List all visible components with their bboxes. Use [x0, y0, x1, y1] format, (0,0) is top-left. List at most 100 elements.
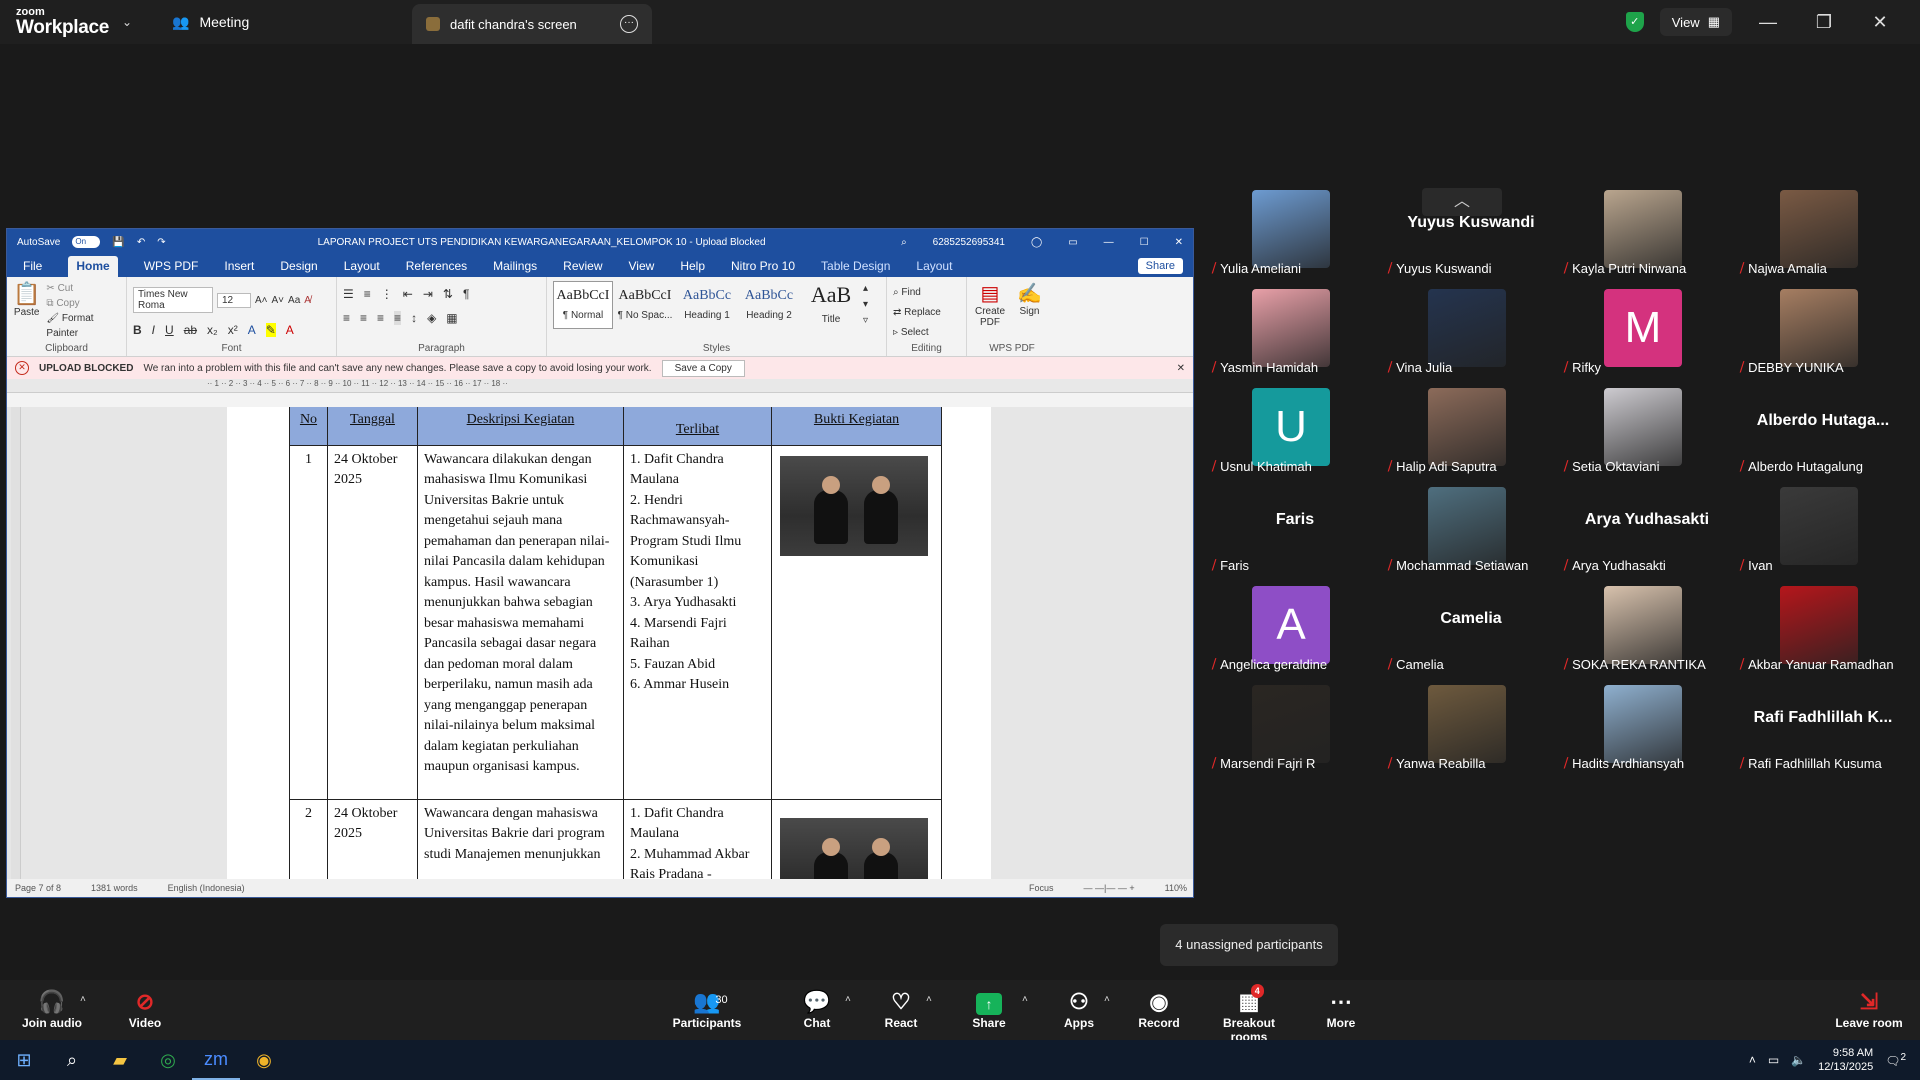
borders-icon[interactable]: ▦ — [446, 311, 457, 325]
text-effects-icon[interactable]: A — [248, 323, 256, 337]
chrome-profile-icon[interactable]: ◉ — [240, 1050, 288, 1071]
word-minimize-icon[interactable]: — — [1104, 237, 1114, 248]
shading-icon[interactable]: ◈ — [427, 311, 436, 325]
line-spacing-icon[interactable]: ↕ — [411, 311, 417, 325]
menu-home[interactable]: Home — [68, 256, 118, 277]
menu-mailings[interactable]: Mailings — [493, 259, 537, 277]
leave-room-button[interactable]: ⇲ Leave room — [1834, 988, 1904, 1030]
restore-icon[interactable]: ❐ — [1804, 12, 1844, 33]
style-heading-1[interactable]: AaBbCc Heading 1 — [677, 281, 737, 329]
align-right-icon[interactable]: ≡ — [377, 311, 384, 325]
style-normal[interactable]: AaBbCcI ¶ Normal — [553, 281, 613, 329]
evidence-photo[interactable] — [780, 817, 928, 881]
highlight-icon[interactable]: ✎ — [265, 323, 276, 337]
sort-icon[interactable]: ⇅ — [443, 287, 453, 301]
menu-help[interactable]: Help — [680, 259, 705, 277]
menu-view[interactable]: View — [629, 259, 655, 277]
sign-button[interactable]: ✍ Sign — [1017, 281, 1042, 328]
select-button[interactable]: ▹ Select — [893, 323, 960, 343]
close-icon[interactable]: ✕ — [1860, 12, 1900, 33]
copy-button[interactable]: ⧉ Copy — [46, 296, 120, 311]
document-page[interactable]: No Tanggal Deskripsi Kegiatan Terlibat B… — [227, 407, 991, 881]
document-title[interactable]: LAPORAN PROJECT UTS PENDIDIKAN KEWARGANE… — [318, 237, 766, 248]
participant-tile[interactable]: ⧸ Najwa Amalia — [1738, 186, 1908, 282]
clear-format-icon[interactable]: A̸ — [304, 295, 311, 306]
dismiss-icon[interactable]: ✕ — [1177, 363, 1185, 374]
share-caret-icon[interactable]: ˄ — [1022, 994, 1028, 1005]
chrome-icon[interactable]: ◎ — [144, 1050, 192, 1071]
clock[interactable]: 9:58 AM 12/13/2025 — [1818, 1046, 1873, 1074]
more-options-icon[interactable]: ··· — [620, 15, 638, 33]
participant-tile[interactable]: Alberdo Hutaga... ⧸ Alberdo Hutagalung — [1738, 384, 1908, 480]
chevron-down-icon[interactable]: ⌄ — [122, 15, 162, 29]
focus-button[interactable]: Focus — [1029, 883, 1054, 893]
participant-tile[interactable]: ⧸ Kayla Putri Nirwana — [1562, 186, 1732, 282]
video-button[interactable]: ⊘ Video — [120, 988, 170, 1030]
participant-tile[interactable]: ⧸ Yanwa Reabilla — [1386, 681, 1556, 777]
chat-caret-icon[interactable]: ˄ — [845, 994, 851, 1005]
create-pdf-button[interactable]: ▤ Create PDF — [973, 281, 1007, 328]
user-avatar-icon[interactable]: ◯ — [1031, 237, 1042, 248]
participant-tile[interactable]: ⧸ Ivan — [1738, 483, 1908, 579]
cut-button[interactable]: ✂ Cut — [46, 281, 120, 296]
menu-table-layout[interactable]: Layout — [916, 259, 952, 277]
participant-tile[interactable]: ⧸ Yulia Ameliani — [1210, 186, 1380, 282]
undo-icon[interactable]: ↶ — [137, 237, 145, 248]
menu-design[interactable]: Design — [280, 259, 317, 277]
participant-tile[interactable]: ⧸ Yasmin Hamidah — [1210, 285, 1380, 381]
ribbon-display-icon[interactable]: ▭ — [1068, 237, 1077, 248]
account-name[interactable]: 6285252695341 — [933, 237, 1005, 248]
menu-review[interactable]: Review — [563, 259, 602, 277]
participant-tile[interactable]: Camelia ⧸ Camelia — [1386, 582, 1556, 678]
zoom-taskbar-icon[interactable]: zm — [192, 1040, 240, 1080]
word-maximize-icon[interactable]: ☐ — [1140, 237, 1149, 248]
unassigned-participants-button[interactable]: 4 unassigned participants — [1160, 924, 1338, 966]
strike-icon[interactable]: ab — [184, 323, 197, 337]
breakout-rooms-button[interactable]: ▦ 4 Breakout rooms — [1204, 984, 1294, 1044]
meeting-tab[interactable]: 👥 Meeting — [162, 14, 412, 31]
font-name-select[interactable]: Times New Roma — [133, 287, 213, 313]
language-status[interactable]: English (Indonesia) — [168, 883, 245, 893]
subscript-icon[interactable]: x₂ — [207, 323, 218, 337]
participant-tile[interactable]: ⧸ Mochammad Setiawan — [1386, 483, 1556, 579]
menu-references[interactable]: References — [406, 259, 467, 277]
menu-nitro[interactable]: Nitro Pro 10 — [731, 259, 795, 277]
numbering-icon[interactable]: ≡ — [364, 287, 371, 301]
encryption-shield-icon[interactable]: ✓ — [1625, 12, 1644, 32]
participant-tile[interactable]: A ⧸ Angelica geraldine — [1210, 582, 1380, 678]
grow-font-icon[interactable]: A˄ — [255, 295, 268, 306]
style-title[interactable]: AaB Title — [801, 281, 861, 329]
autosave-toggle[interactable]: On — [72, 236, 101, 248]
align-left-icon[interactable]: ≡ — [343, 311, 350, 325]
document-area[interactable]: No Tanggal Deskripsi Kegiatan Terlibat B… — [7, 407, 1193, 881]
file-explorer-icon[interactable]: ▰ — [96, 1050, 144, 1071]
notification-icon[interactable]: 🗨2 — [1885, 1052, 1906, 1068]
menu-insert[interactable]: Insert — [224, 259, 254, 277]
vertical-ruler[interactable] — [11, 407, 21, 881]
chat-button[interactable]: 💬 Chat — [792, 988, 842, 1030]
paste-button[interactable]: 📋 Paste — [13, 281, 40, 341]
decrease-indent-icon[interactable]: ⇤ — [403, 287, 413, 301]
apps-caret-icon[interactable]: ˄ — [1104, 994, 1110, 1005]
participant-tile[interactable]: Yuyus Kuswandi ⧸ Yuyus Kuswandi — [1386, 186, 1556, 282]
underline-icon[interactable]: U — [165, 323, 174, 337]
format-painter-button[interactable]: 🖌 Format Painter — [46, 311, 120, 341]
participant-tile[interactable]: M ⧸ Rifky — [1562, 285, 1732, 381]
menu-table-design[interactable]: Table Design — [821, 259, 890, 277]
find-button[interactable]: ⌕ Find — [893, 283, 960, 303]
participant-tile[interactable]: Faris ⧸ Faris — [1210, 483, 1380, 579]
save-icon[interactable]: 💾 — [112, 237, 124, 248]
bold-icon[interactable]: B — [133, 323, 142, 337]
activity-table[interactable]: No Tanggal Deskripsi Kegiatan Terlibat B… — [289, 407, 942, 881]
change-case-icon[interactable]: Aa — [288, 295, 300, 306]
participants-button[interactable]: 👥 30 Participants — [672, 988, 742, 1030]
participant-tile[interactable]: ⧸ Akbar Yanuar Ramadhan — [1738, 582, 1908, 678]
evidence-photo[interactable] — [780, 455, 928, 556]
view-button[interactable]: View ▦ — [1659, 8, 1732, 36]
word-share-button[interactable]: Share — [1137, 258, 1183, 274]
participant-tile[interactable]: ⧸ Vina Julia — [1386, 285, 1556, 381]
participant-tile[interactable]: ⧸ Halip Adi Saputra — [1386, 384, 1556, 480]
italic-icon[interactable]: I — [152, 323, 155, 337]
superscript-icon[interactable]: x² — [228, 323, 238, 337]
participant-tile[interactable]: ⧸ Marsendi Fajri R — [1210, 681, 1380, 777]
